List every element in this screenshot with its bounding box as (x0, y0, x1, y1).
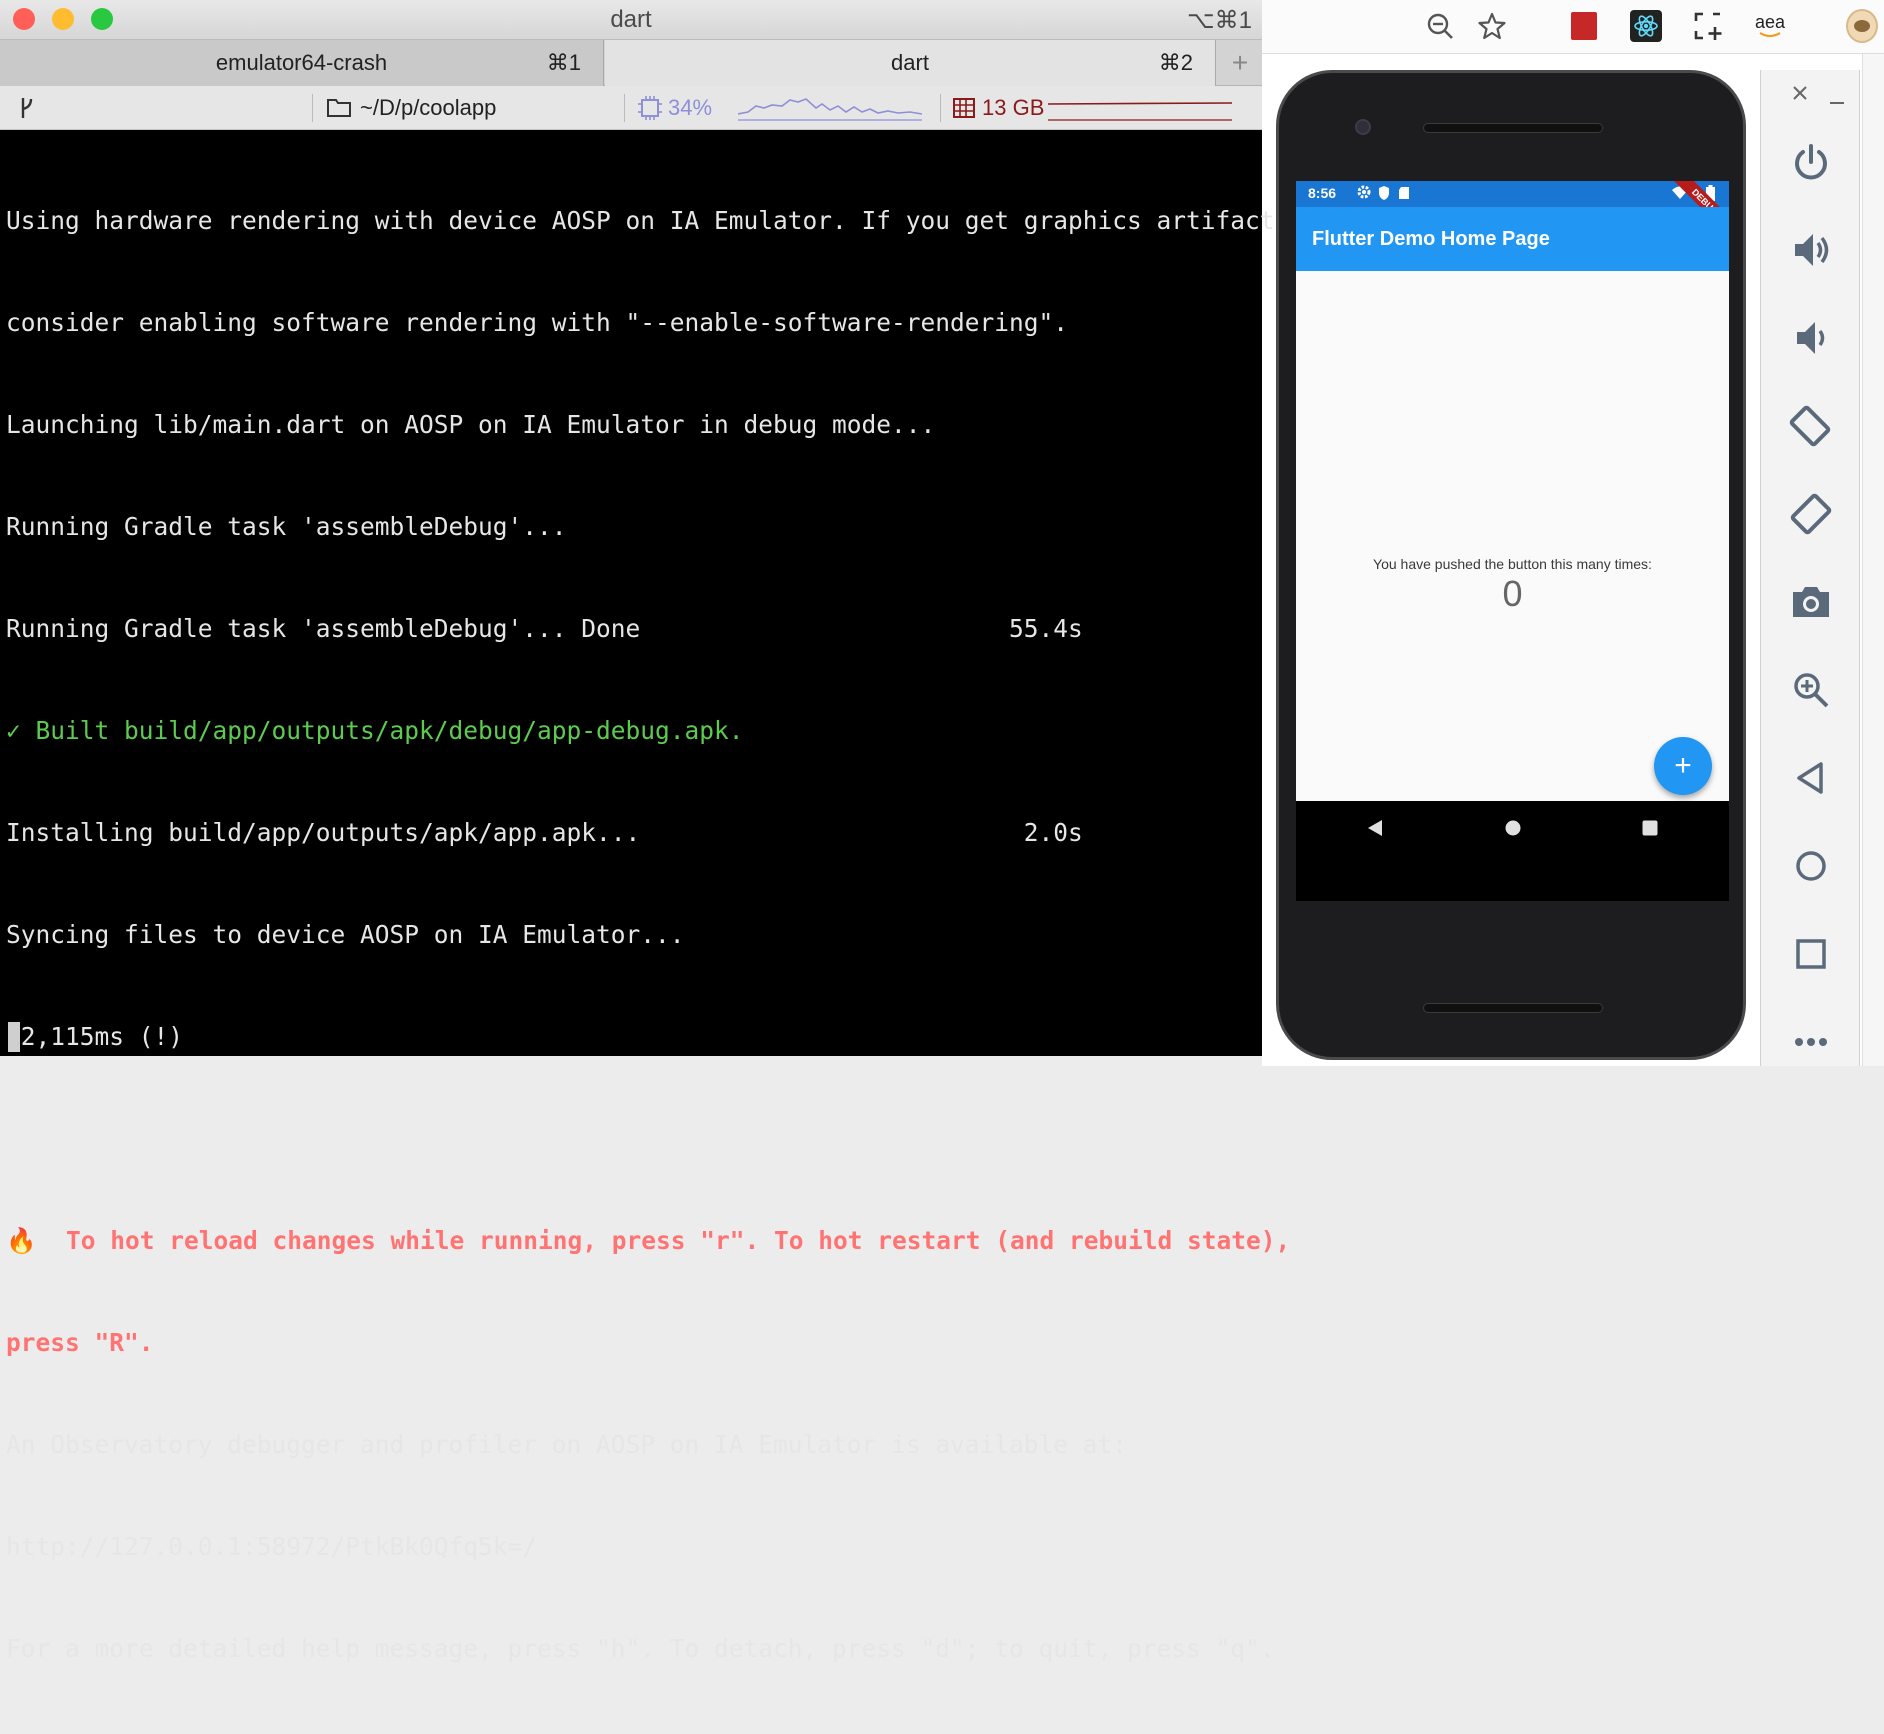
overview-icon[interactable] (1789, 932, 1833, 976)
counter-value: 0 (1502, 573, 1523, 614)
zoom-icon[interactable] (1789, 668, 1833, 712)
volume-down-icon[interactable] (1789, 316, 1833, 360)
amazon-extension-icon[interactable]: aea (1754, 10, 1786, 42)
more-icon[interactable] (1789, 1020, 1833, 1064)
app-body: You have pushed the button this many tim… (1296, 271, 1729, 801)
status-divider (940, 94, 941, 122)
cpu-icon (638, 96, 662, 126)
memory-usage: 13 GB (982, 95, 1045, 120)
folder-icon (326, 96, 352, 124)
bottom-speaker (1423, 1003, 1603, 1013)
status-divider (312, 94, 313, 122)
close-emulator-icon[interactable] (1791, 84, 1809, 107)
terminal-line: Installing build/app/outputs/apk/app.apk… (6, 818, 1083, 847)
home-icon[interactable] (1789, 844, 1833, 888)
status-time: 8:56 (1308, 185, 1337, 201)
amazon-label: aea (1754, 12, 1786, 32)
settings-icon (1356, 184, 1372, 203)
tab-shortcut: ⌘2 (1158, 50, 1193, 75)
tab-dart[interactable]: dart ⌘2 (605, 40, 1216, 86)
camera-icon[interactable] (1789, 580, 1833, 624)
terminal-line: An Observatory debugger and profiler on … (6, 1430, 1128, 1459)
terminal-line: Syncing files to device AOSP on IA Emula… (6, 920, 685, 949)
volume-up-icon[interactable] (1789, 228, 1833, 272)
terminal-line: For a more detailed help message, press … (6, 1634, 1275, 1663)
nav-overview-icon[interactable] (1642, 820, 1658, 841)
window-titlebar: dart ⌥⌘1 (0, 0, 1262, 40)
react-devtools-icon[interactable] (1630, 10, 1662, 42)
zoom-out-icon[interactable] (1424, 10, 1456, 42)
terminal-line: 12,115ms (!) (6, 1022, 184, 1051)
bookmark-star-icon[interactable] (1476, 10, 1508, 42)
back-icon[interactable] (1789, 756, 1833, 800)
terminal-line: Using hardware rendering with device AOS… (6, 206, 1305, 235)
current-path: ~/D/p/coolapp (360, 95, 497, 120)
increment-fab-button[interactable]: + (1654, 737, 1712, 795)
terminal-line-hint: press "R". (6, 1328, 154, 1357)
terminal-line: consider enabling software rendering wit… (6, 308, 1069, 337)
front-camera (1355, 119, 1371, 135)
terminal-line: Running Gradle task 'assembleDebug'... D… (6, 614, 1083, 643)
app-title: Flutter Demo Home Page (1312, 227, 1550, 250)
nav-home-icon[interactable] (1504, 819, 1522, 842)
window-title: dart (610, 6, 652, 33)
terminal-line-hint: 🔥 To hot reload changes while running, p… (6, 1226, 1291, 1255)
window-shortcut: ⌥⌘1 (1186, 7, 1252, 34)
memory-icon (952, 97, 976, 125)
emulator-toolbar (1760, 70, 1860, 1066)
device-screen[interactable]: 8:56 DEBUG Flutter Demo Home Page You ha… (1296, 181, 1729, 901)
counter-message: You have pushed the button this many tim… (1373, 556, 1652, 572)
app-bar: Flutter Demo Home Page (1296, 207, 1729, 271)
new-tab-button[interactable]: + (1218, 40, 1262, 86)
sd-card-icon (1398, 186, 1410, 203)
rotate-right-icon[interactable] (1789, 492, 1833, 536)
screenshot-icon[interactable] (1692, 10, 1724, 42)
android-nav-bar (1296, 801, 1729, 901)
tab-emulator64-crash[interactable]: emulator64-crash ⌘1 (0, 40, 604, 86)
terminal-line: Launching lib/main.dart on AOSP on IA Em… (6, 410, 936, 439)
terminal-output[interactable]: Using hardware rendering with device AOS… (0, 130, 1305, 1663)
cpu-graph (737, 92, 923, 128)
terminal-line: Running Gradle task 'assembleDebug'... (6, 512, 567, 541)
status-bar: ~/D/p/coolapp 34% 13 GB (0, 86, 1262, 130)
minimize-emulator-icon[interactable] (1829, 92, 1845, 110)
android-status-bar: 8:56 DEBUG (1296, 181, 1729, 241)
cpu-usage: 34% (668, 95, 713, 120)
avatar[interactable] (1846, 9, 1878, 43)
rotate-left-icon[interactable] (1789, 404, 1833, 448)
browser-side-edge (1862, 54, 1884, 1066)
nav-back-icon[interactable] (1366, 819, 1384, 842)
shield-icon (1378, 185, 1390, 204)
browser-toolbar: aea (1262, 0, 1884, 54)
terminal-line-success: ✓ Built build/app/outputs/apk/debug/app-… (6, 716, 744, 745)
android-emulator-device: 8:56 DEBUG Flutter Demo Home Page You ha… (1276, 70, 1746, 1060)
git-branch-icon (18, 95, 36, 127)
memory-graph (1047, 92, 1233, 128)
status-divider (624, 94, 625, 122)
tab-label: dart (891, 50, 929, 75)
tab-bar: emulator64-crash ⌘1 dart ⌘2 + (0, 40, 1262, 86)
earpiece-speaker (1423, 123, 1603, 133)
pdf-extension-icon[interactable] (1568, 10, 1600, 42)
terminal-line-url[interactable]: http://127.0.0.1:58972/PtkBk0Qfq5k=/ (6, 1530, 1262, 1564)
terminal-cursor (8, 1022, 20, 1052)
power-icon[interactable] (1789, 140, 1833, 184)
terminal-window: dart ⌥⌘1 emulator64-crash ⌘1 dart ⌘2 + ~… (0, 0, 1305, 1663)
tab-shortcut: ⌘1 (546, 50, 581, 75)
tab-label: emulator64-crash (215, 50, 388, 75)
